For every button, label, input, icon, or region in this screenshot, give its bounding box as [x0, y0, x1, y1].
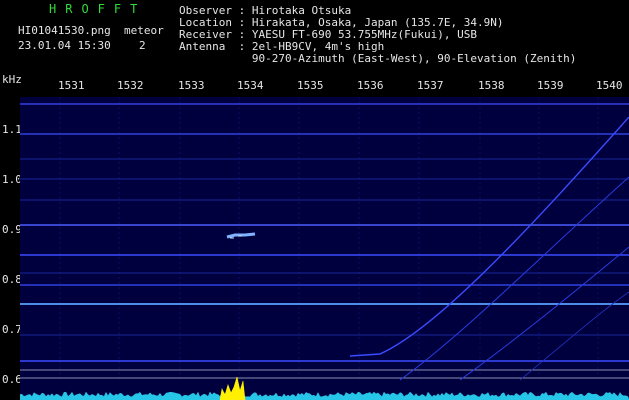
filename-label: HI01041530.png — [18, 24, 111, 37]
time-tick-1538: 1538 — [478, 79, 505, 92]
freq-tick-0.7: 0.7 — [2, 323, 22, 336]
freq-tick-1.1: 1.1 — [2, 123, 22, 136]
unit-label: kHz — [2, 73, 22, 86]
carrier-lines — [20, 103, 629, 379]
time-tick-1533: 1533 — [178, 79, 205, 92]
sweep-line — [519, 291, 629, 381]
time-tick-1539: 1539 — [537, 79, 564, 92]
time-tick-1537: 1537 — [417, 79, 444, 92]
time-tick-1531: 1531 — [58, 79, 85, 92]
spectrogram-svg — [20, 97, 629, 400]
brand-title: HROFFT — [49, 2, 147, 16]
meteor-label: meteor — [124, 24, 164, 37]
sweep-line — [399, 176, 629, 381]
spectrogram — [20, 97, 629, 400]
time-tick-1536: 1536 — [357, 79, 384, 92]
meteor-count: 2 — [139, 39, 146, 52]
time-tick-1532: 1532 — [117, 79, 144, 92]
freq-tick-1.0: 1.0 — [2, 173, 22, 186]
time-tick-1534: 1534 — [237, 79, 264, 92]
spectrum-cyan — [20, 391, 629, 400]
antenna-direction-line: 90-270-Azimuth (East-West), 90-Elevation… — [179, 52, 577, 65]
freq-tick-0.6: 0.6 — [2, 373, 22, 386]
time-tick-1535: 1535 — [297, 79, 324, 92]
sweep-line — [349, 116, 629, 357]
freq-tick-0.9: 0.9 — [2, 223, 22, 236]
spectrum-peak — [219, 376, 246, 400]
time-tick-1540: 1540 — [596, 79, 623, 92]
spectrum-trace — [20, 376, 629, 400]
datetime-label: 23.01.04 15:30 — [18, 39, 111, 52]
freq-tick-0.8: 0.8 — [2, 273, 22, 286]
sweep-lines — [349, 116, 629, 381]
